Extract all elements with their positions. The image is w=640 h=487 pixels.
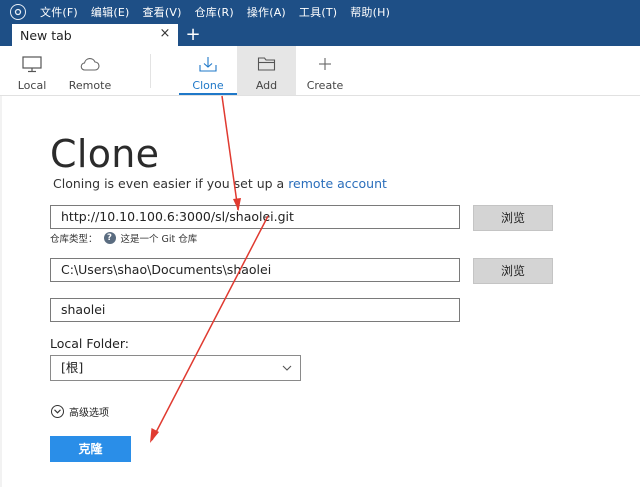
toolbar-clone-button[interactable]: Clone <box>179 46 237 95</box>
subtitle: Cloning is even easier if you set up a r… <box>53 176 387 191</box>
menu-view[interactable]: 查看(V) <box>142 4 181 20</box>
browse-destination-button[interactable]: 浏览 <box>473 258 553 284</box>
toolbar-divider <box>150 54 151 88</box>
menu-file[interactable]: 文件(F) <box>40 4 78 20</box>
local-folder-select[interactable]: [根] <box>50 355 301 381</box>
toolbar-add-label: Add <box>255 79 278 92</box>
toolbar-local-label: Local <box>17 79 47 92</box>
download-icon <box>198 55 218 73</box>
remote-account-link[interactable]: remote account <box>288 176 387 191</box>
app-logo-icon[interactable] <box>10 4 26 20</box>
toolbar-remote-label: Remote <box>68 79 112 92</box>
repo-type-label: 仓库类型： <box>50 234 98 245</box>
menu-bar: 文件(F) 编辑(E) 查看(V) 仓库(R) 操作(A) 工具(T) 帮助(H… <box>0 0 640 24</box>
toolbar-clone-label: Clone <box>192 79 224 92</box>
annotation-arrow-to-clone <box>150 215 269 443</box>
local-folder-label: Local Folder: <box>50 336 129 351</box>
advanced-options-toggle[interactable]: 高级选项 <box>51 404 109 419</box>
toolbar-add-button[interactable]: Add <box>237 46 296 95</box>
repo-type-value: 这是一个 Git 仓库 <box>120 234 198 245</box>
local-folder-value: [根] <box>61 360 84 375</box>
plus-icon <box>317 55 333 73</box>
folder-icon <box>257 55 277 73</box>
repo-type-info: 仓库类型： ? 这是一个 Git 仓库 <box>50 231 197 245</box>
browse-source-button[interactable]: 浏览 <box>473 205 553 231</box>
help-icon: ? <box>103 232 116 244</box>
tab-title: New tab <box>20 27 72 43</box>
annotation-arrow-to-url <box>221 95 241 211</box>
repo-name-input[interactable]: shaolei <box>50 298 460 322</box>
menu-edit[interactable]: 编辑(E) <box>91 4 130 20</box>
clone-button[interactable]: 克隆 <box>50 436 131 462</box>
advanced-options-label: 高级选项 <box>69 408 109 419</box>
toolbar: Local Remote Clone Add Create <box>0 46 640 96</box>
left-edge-divider <box>0 96 2 487</box>
menu-actions[interactable]: 操作(A) <box>247 4 286 20</box>
tab-new-tab[interactable]: New tab × <box>12 24 178 46</box>
tab-strip: New tab × + <box>0 24 640 46</box>
subtitle-text: Cloning is even easier if you set up a <box>53 176 289 191</box>
destination-path-input[interactable]: C:\Users\shao\Documents\shaolei <box>50 258 460 282</box>
source-url-input[interactable]: http://10.10.100.6:3000/sl/shaolei.git <box>50 205 460 229</box>
expand-chevron-icon <box>51 405 64 418</box>
menu-repository[interactable]: 仓库(R) <box>195 4 234 20</box>
page-title: Clone <box>50 132 160 176</box>
toolbar-remote-button[interactable]: Remote <box>66 46 114 95</box>
close-icon[interactable]: × <box>158 27 172 41</box>
toolbar-local-button[interactable]: Local <box>10 46 54 95</box>
add-tab-icon[interactable]: + <box>184 24 202 46</box>
menu-tools[interactable]: 工具(T) <box>299 4 337 20</box>
menu-help[interactable]: 帮助(H) <box>350 4 390 20</box>
chevron-down-icon <box>282 365 292 371</box>
toolbar-create-label: Create <box>306 79 344 92</box>
monitor-icon <box>22 55 42 73</box>
toolbar-create-button[interactable]: Create <box>302 46 348 95</box>
cloud-icon <box>80 55 100 73</box>
